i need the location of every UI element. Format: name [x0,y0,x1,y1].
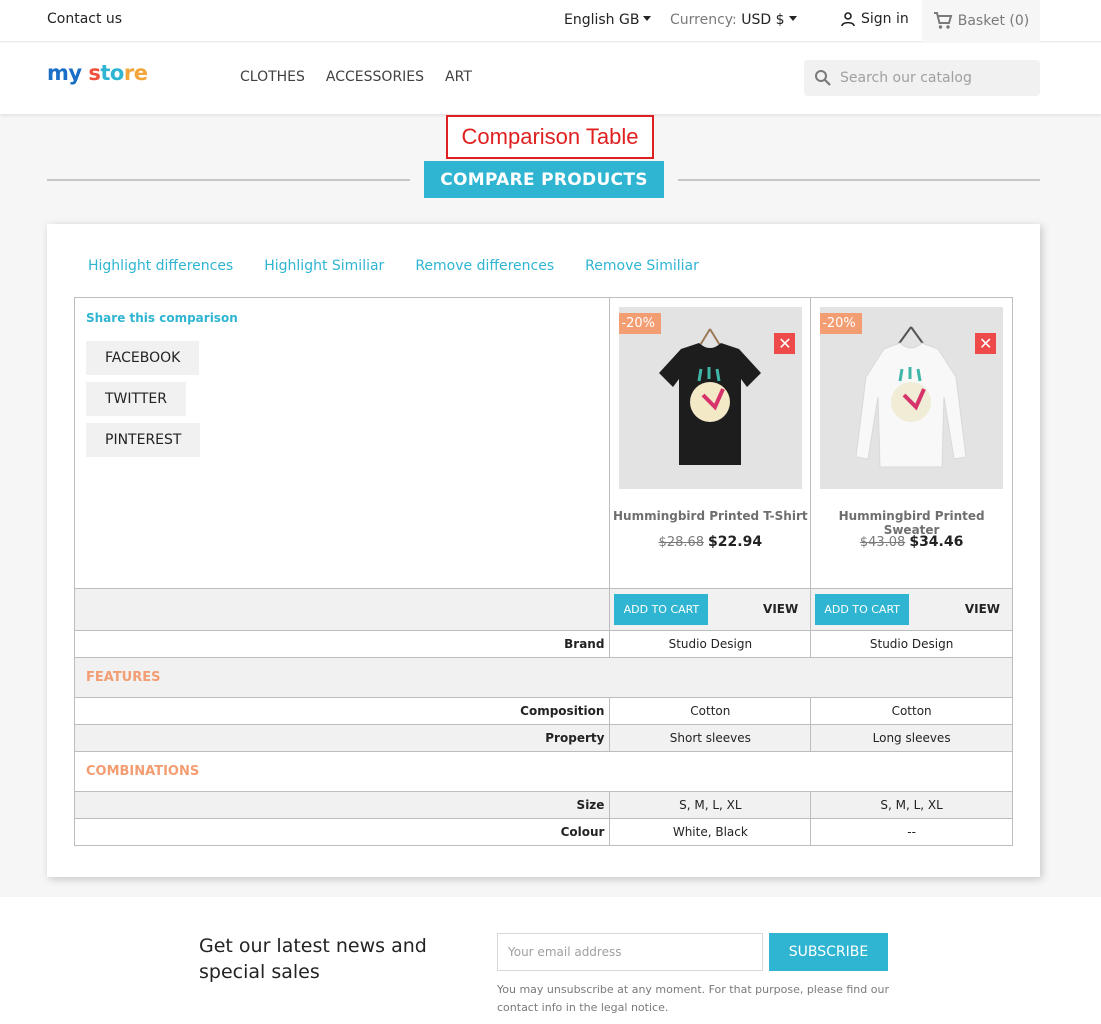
currency-value: USD $ [741,12,785,28]
row-label: Property [75,725,611,751]
remove-differences-link[interactable]: Remove differences [415,258,554,274]
add-to-cart-button[interactable]: ADD TO CART [614,594,709,625]
nav-item-art[interactable]: ART [445,69,472,85]
view-button[interactable]: VIEW [965,602,1000,616]
nav-item-accessories[interactable]: ACCESSORIES [326,69,424,85]
row-label: Size [75,792,611,818]
store-logo[interactable]: my store [47,61,148,85]
row-value: Cotton [610,698,812,724]
heading-divider-left [47,179,410,181]
discount-badge: -20% [619,313,662,334]
row-value: S, M, L, XL [880,798,943,812]
view-button[interactable]: VIEW [763,602,798,616]
main-nav: CLOTHES ACCESSORIES ART [240,69,472,85]
row-value: Long sleeves [872,731,951,745]
row-value: Studio Design [610,631,812,657]
share-cell: Share this comparison FACEBOOK TWITTER P… [75,298,611,588]
current-price: $34.46 [909,534,964,550]
currency-label: Currency: [670,12,737,28]
chevron-down-icon [788,16,797,21]
pinterest-button[interactable]: PINTEREST [86,423,201,457]
highlight-similar-link[interactable]: Highlight Similiar [264,258,384,274]
table-row: Colour White, Black -- [75,818,1012,845]
email-field[interactable] [497,933,763,971]
site-header: my store CLOTHES ACCESSORIES ART [0,43,1101,114]
product-image[interactable]: -20% ✕ [820,307,1004,489]
add-to-cart-button[interactable]: ADD TO CART [815,594,910,625]
search-icon[interactable] [814,69,832,87]
product-card: -20% ✕ Hummingbird Printed T-Shirt $28.6… [610,298,812,588]
old-price: $28.68 [658,535,705,550]
actions-cell: ADD TO CART VIEW [811,589,1012,630]
section-row: FEATURES [75,657,1012,697]
combinations-heading: COMBINATIONS [86,764,200,779]
highlight-differences-link[interactable]: Highlight differences [88,258,233,274]
product-name[interactable]: Hummingbird Printed T-Shirt [610,509,810,523]
subscribe-button[interactable]: SUBSCRIBE [769,933,888,971]
search-bar [804,60,1040,96]
current-price: $22.94 [708,534,763,550]
heading-divider-right [678,179,1040,181]
row-value: -- [907,825,916,839]
twitter-button[interactable]: TWITTER [86,382,186,416]
product-image[interactable]: -20% ✕ [619,307,803,489]
table-row: Composition Cotton Cotton [75,697,1012,724]
table-row: Size S, M, L, XL S, M, L, XL [75,791,1012,818]
actions-label-cell [75,589,611,630]
language-label: English GB [564,12,640,28]
newsletter-title: Get our latest news and special sales [199,935,427,983]
remove-product-icon[interactable]: ✕ [774,333,796,354]
page-title: COMPARE PRODUCTS [424,161,664,198]
product-price: $43.08 $34.46 [811,531,1012,550]
remove-product-icon[interactable]: ✕ [975,333,997,354]
comparison-table-annotation: Comparison Table [446,115,654,159]
basket-button[interactable]: Basket (0) [922,0,1040,42]
table-row-actions: ADD TO CART VIEW ADD TO CART VIEW [75,588,1012,630]
top-bar: Contact us English GB Currency: USD $ Si… [0,0,1101,42]
row-value: White, Black [610,819,812,845]
table-row: Property Short sleeves Long sleeves [75,724,1012,751]
row-label: Composition [75,698,611,724]
row-label: Brand [75,631,611,657]
contact-us-link[interactable]: Contact us [47,11,122,27]
currency-selector[interactable]: Currency: USD $ [670,12,797,28]
share-title: Share this comparison [86,311,238,325]
logo-part: my [47,61,82,85]
actions-cell: ADD TO CART VIEW [610,589,812,630]
newsletter-disclaimer: You may unsubscribe at any moment. For t… [497,983,889,1014]
user-icon [841,12,855,27]
sign-in-label: Sign in [861,11,909,27]
cart-icon [933,12,953,29]
row-value: Cotton [891,704,932,718]
table-row-products: Share this comparison FACEBOOK TWITTER P… [75,298,1012,588]
nav-item-clothes[interactable]: CLOTHES [240,69,305,85]
compare-card: Highlight differences Highlight Similiar… [47,224,1040,877]
logo-part: re [123,61,148,85]
features-heading: FEATURES [86,670,161,685]
row-value: Short sleeves [610,725,812,751]
section-row: COMBINATIONS [75,751,1012,791]
product-card: -20% ✕ Hummingbird Printed Sweater $43.0… [811,298,1012,588]
facebook-button[interactable]: FACEBOOK [86,341,200,375]
logo-part: s [88,61,101,85]
language-selector[interactable]: English GB [564,12,652,28]
row-value: S, M, L, XL [610,792,812,818]
basket-label: Basket (0) [957,13,1030,29]
search-input[interactable] [840,70,1020,86]
compare-actions: Highlight differences Highlight Similiar… [88,258,699,274]
discount-badge: -20% [820,313,862,334]
old-price: $43.08 [859,535,906,550]
newsletter-section: Get our latest news and special sales SU… [0,897,1101,1024]
row-label: Colour [75,819,611,845]
product-price: $28.68 $22.94 [610,531,810,550]
comparison-table: Share this comparison FACEBOOK TWITTER P… [74,297,1013,846]
table-row: Brand Studio Design Studio Design [75,630,1012,657]
logo-part: to [100,61,124,85]
chevron-down-icon [643,16,652,21]
remove-similar-link[interactable]: Remove Similiar [585,258,699,274]
row-value: Studio Design [869,637,954,651]
sign-in-link[interactable]: Sign in [840,11,909,27]
